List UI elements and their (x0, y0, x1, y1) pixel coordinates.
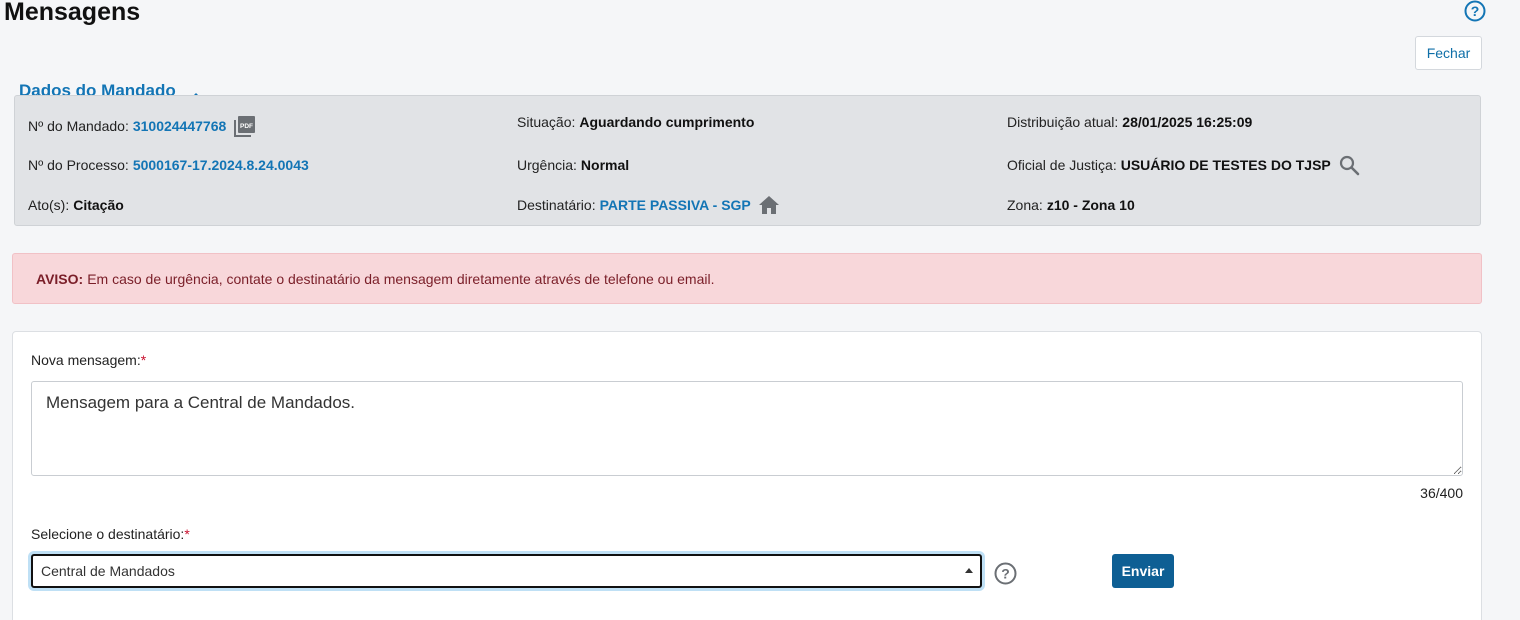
home-icon[interactable] (758, 194, 780, 216)
detail-value: Citação (73, 197, 124, 213)
caret-up-icon (965, 568, 973, 573)
detail-label: Distribuição atual: (1007, 114, 1119, 130)
detail-numero-processo: Nº do Processo: 5000167-17.2024.8.24.004… (28, 157, 309, 173)
detail-distribuicao: Distribuição atual: 28/01/2025 16:25:09 (1007, 114, 1252, 130)
recipient-label-text: Selecione o destinatário: (31, 526, 185, 542)
svg-text:?: ? (1471, 3, 1480, 19)
character-counter: 36/400 (1420, 485, 1463, 501)
detail-situacao: Situação: Aguardando cumprimento (517, 114, 754, 130)
detail-label: Ato(s): (28, 197, 70, 213)
required-mark: * (184, 526, 190, 542)
process-number-link[interactable]: 5000167-17.2024.8.24.0043 (133, 157, 309, 173)
detail-label: Nº do Processo: (28, 157, 129, 173)
message-textarea[interactable]: Mensagem para a Central de Mandados. (31, 381, 1463, 476)
message-label-text: Nova mensagem: (31, 352, 141, 368)
alert-text: Em caso de urgência, contate o destinatá… (87, 271, 715, 287)
alert-title: AVISO: (36, 271, 84, 287)
recipient-link[interactable]: PARTE PASSIVA - SGP (600, 197, 751, 213)
detail-label: Destinatário: (517, 197, 596, 213)
page-title: Mensagens (4, 0, 141, 26)
detail-label: Urgência: (517, 157, 577, 173)
detail-label: Zona: (1007, 197, 1043, 213)
detail-atos: Ato(s): Citação (28, 197, 124, 213)
help-icon[interactable]: ? (1464, 0, 1486, 22)
detail-destinatario: Destinatário: PARTE PASSIVA - SGP (517, 194, 780, 216)
mandado-number-link[interactable]: 310024447768 (133, 118, 226, 134)
search-icon[interactable] (1338, 154, 1360, 176)
detail-value: USUÁRIO DE TESTES DO TJSP (1120, 157, 1331, 173)
svg-text:?: ? (1001, 566, 1010, 582)
warning-alert: AVISO: Em caso de urgência, contate o des… (12, 253, 1482, 304)
recipient-help-icon[interactable]: ? (994, 562, 1017, 585)
send-button[interactable]: Enviar (1112, 554, 1174, 588)
message-field-label: Nova mensagem:* (31, 352, 146, 368)
detail-zona: Zona: z10 - Zona 10 (1007, 197, 1135, 213)
pdf-icon[interactable]: PDF (233, 114, 257, 138)
svg-text:PDF: PDF (240, 123, 253, 130)
detail-value: z10 - Zona 10 (1046, 197, 1135, 213)
detail-value: 28/01/2025 16:25:09 (1122, 114, 1253, 130)
detail-numero-mandado: Nº do Mandado: 310024447768 PDF (28, 114, 257, 138)
required-mark: * (140, 352, 147, 368)
detail-label: Nº do Mandado: (28, 118, 129, 134)
detail-oficial: Oficial de Justiça: USUÁRIO DE TESTES DO… (1007, 154, 1360, 176)
detail-label: Situação: (517, 114, 576, 130)
recipient-field-label: Selecione o destinatário:* (31, 526, 190, 542)
detail-urgencia: Urgência: Normal (517, 157, 629, 173)
close-button[interactable]: Fechar (1415, 36, 1482, 70)
detail-label: Oficial de Justiça: (1007, 157, 1117, 173)
recipient-select-value: Central de Mandados (41, 563, 175, 579)
detail-value: Normal (580, 157, 630, 173)
detail-value: Aguardando cumprimento (579, 114, 755, 130)
recipient-select[interactable]: Central de Mandados (31, 554, 982, 588)
